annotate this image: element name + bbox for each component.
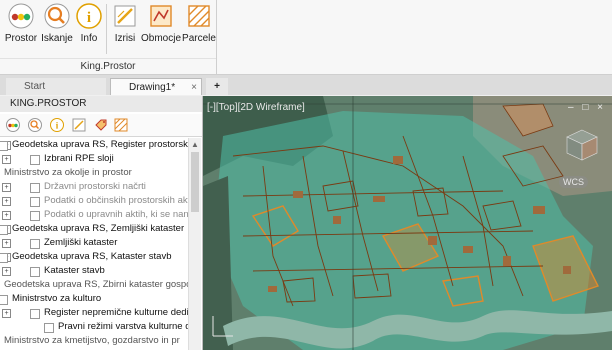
parcele-button[interactable]: Parcele <box>180 2 218 46</box>
add-tab-button[interactable]: + <box>206 78 228 95</box>
layer-row[interactable]: + Zemljiški kataster <box>0 236 188 250</box>
layer-label: Zemljiški kataster <box>44 237 118 248</box>
svg-text:i: i <box>87 10 91 26</box>
map-viewport[interactable]: [-][Top][2D Wireframe] – □ × WCS <box>203 96 612 350</box>
expand-toggle-icon[interactable]: + <box>2 183 11 192</box>
layer-label: Geodetska uprava RS, Zbirni kataster gos… <box>4 279 188 290</box>
tab-start-label: Start <box>24 81 46 92</box>
document-tabs: Start Drawing1* × + <box>0 75 612 95</box>
layer-label: Geodetska uprava RS, Zemljiški kataster <box>12 223 185 234</box>
layer-checkbox[interactable] <box>30 239 40 249</box>
obmocje-label: Obmocje <box>140 33 181 44</box>
obmocje-button[interactable]: Obmocje <box>140 2 182 46</box>
izrisi-label: Izrisi <box>114 33 136 44</box>
search-icon <box>44 3 70 29</box>
layer-label: Geodetska uprava RS, Kataster stavb <box>12 251 172 262</box>
layer-checkbox[interactable] <box>0 253 8 263</box>
prostor-icon[interactable] <box>6 118 20 132</box>
prostor-icon <box>8 3 34 29</box>
info-label: Info <box>80 33 98 44</box>
layer-row[interactable]: + Državni prostorski načrti <box>0 180 188 194</box>
izrisi-button[interactable]: Izrisi <box>106 2 144 46</box>
tag-icon[interactable] <box>94 118 108 132</box>
expand-toggle-icon[interactable]: + <box>2 211 11 220</box>
expand-toggle-icon[interactable]: + <box>2 239 11 248</box>
expand-toggle-icon[interactable]: + <box>2 309 11 318</box>
king-prostor-panel: KING.PROSTOR i +Geodetska uprava RS, R <box>0 96 203 350</box>
expand-toggle-icon[interactable]: + <box>2 155 11 164</box>
layer-checkbox[interactable] <box>30 197 40 207</box>
tab-drawing-label: Drawing1* <box>129 82 176 93</box>
info-icon: i <box>76 3 102 29</box>
layer-tree-scrollbar[interactable]: ▲ <box>188 138 201 350</box>
layer-label: Podatki o občinskih prostorskih akti <box>44 195 188 206</box>
layer-row[interactable]: +Geodetska uprava RS, Kataster stavb <box>0 250 188 264</box>
ribbon: Prostor Iskanje i Info Izrisi Obmocje Pa… <box>0 0 612 75</box>
panel-toolbar: i <box>0 114 202 137</box>
layer-row[interactable]: +Geodetska uprava RS, Register prostorsk <box>0 138 188 152</box>
layer-label: Državni prostorski načrti <box>44 181 146 192</box>
parcele-icon <box>188 5 210 27</box>
layer-checkbox[interactable] <box>0 225 8 235</box>
layer-label: Ministrstvo za okolje in prostor <box>4 167 132 178</box>
layer-label: Ministrstvo za kmetijstvo, gozdarstvo in… <box>4 335 180 346</box>
layer-label: Pravni režimi varstva kulturne de <box>58 321 188 332</box>
viewcube-icon[interactable] <box>563 126 601 164</box>
layer-row[interactable]: Ministrstvo za kulturo <box>0 292 188 306</box>
prostor-button[interactable]: Prostor <box>2 2 40 46</box>
map-canvas <box>203 96 612 350</box>
tab-close-icon[interactable]: × <box>191 79 197 96</box>
layer-checkbox[interactable] <box>30 309 40 319</box>
layer-label: Register nepremične kulturne dediš <box>44 307 188 318</box>
layer-row[interactable]: + Kataster stavb <box>0 264 188 278</box>
viewport-window-controls[interactable]: – □ × <box>568 102 606 113</box>
layer-row[interactable]: Geodetska uprava RS, Zbirni kataster gos… <box>0 278 188 292</box>
parcele-label: Parcele <box>182 33 216 44</box>
panel-title: KING.PROSTOR <box>0 96 202 112</box>
expand-toggle-icon[interactable]: + <box>2 267 11 276</box>
info-button[interactable]: i Info <box>70 2 108 46</box>
layer-label: Kataster stavb <box>44 265 105 276</box>
wcs-button[interactable]: WCS <box>559 176 588 188</box>
ribbon-group-separator <box>216 0 217 74</box>
layer-checkbox[interactable] <box>30 211 40 221</box>
parcele-icon[interactable] <box>114 118 128 132</box>
layer-checkbox[interactable] <box>30 183 40 193</box>
tab-start[interactable]: Start <box>6 78 106 95</box>
layer-label: Podatki o upravnih aktih, ki se nana <box>44 209 188 220</box>
layer-checkbox[interactable] <box>0 295 8 305</box>
ribbon-group-divider <box>0 58 216 59</box>
layer-checkbox[interactable] <box>30 155 40 165</box>
expand-toggle-icon[interactable]: + <box>2 197 11 206</box>
info-icon[interactable]: i <box>50 118 64 132</box>
viewport-controls[interactable]: [-][Top][2D Wireframe] <box>207 102 305 113</box>
layer-tree: +Geodetska uprava RS, Register prostorsk… <box>0 138 188 350</box>
ribbon-group-label: King.Prostor <box>80 61 136 72</box>
layer-checkbox[interactable] <box>0 141 8 151</box>
layer-label: Geodetska uprava RS, Register prostorsk <box>12 139 188 150</box>
scroll-thumb[interactable] <box>191 152 199 212</box>
scroll-up-icon[interactable]: ▲ <box>191 140 199 149</box>
layer-label: Ministrstvo za kulturo <box>12 293 102 304</box>
layer-row[interactable]: + Izbrani RPE sloji <box>0 152 188 166</box>
layer-row[interactable]: Pravni režimi varstva kulturne de <box>0 320 188 334</box>
izrisi-icon <box>114 5 136 27</box>
layer-row[interactable]: Ministrstvo za kmetijstvo, gozdarstvo in… <box>0 334 188 348</box>
prostor-label: Prostor <box>4 33 38 44</box>
layer-checkbox[interactable] <box>30 267 40 277</box>
izrisi-icon[interactable] <box>72 118 86 132</box>
panel-title-text: KING.PROSTOR <box>10 98 87 109</box>
layer-row[interactable]: Ministrstvo za okolje in prostor <box>0 166 188 180</box>
layer-label: Izbrani RPE sloji <box>44 153 114 164</box>
obmocje-icon <box>150 5 172 27</box>
layer-checkbox[interactable] <box>44 323 54 333</box>
layer-row[interactable]: + Register nepremične kulturne dediš <box>0 306 188 320</box>
tab-drawing[interactable]: Drawing1* × <box>110 78 202 95</box>
search-icon[interactable] <box>28 118 42 132</box>
layer-row[interactable]: + Podatki o upravnih aktih, ki se nana <box>0 208 188 222</box>
layer-row[interactable]: +Geodetska uprava RS, Zemljiški kataster <box>0 222 188 236</box>
layer-row[interactable]: + Podatki o občinskih prostorskih akti <box>0 194 188 208</box>
